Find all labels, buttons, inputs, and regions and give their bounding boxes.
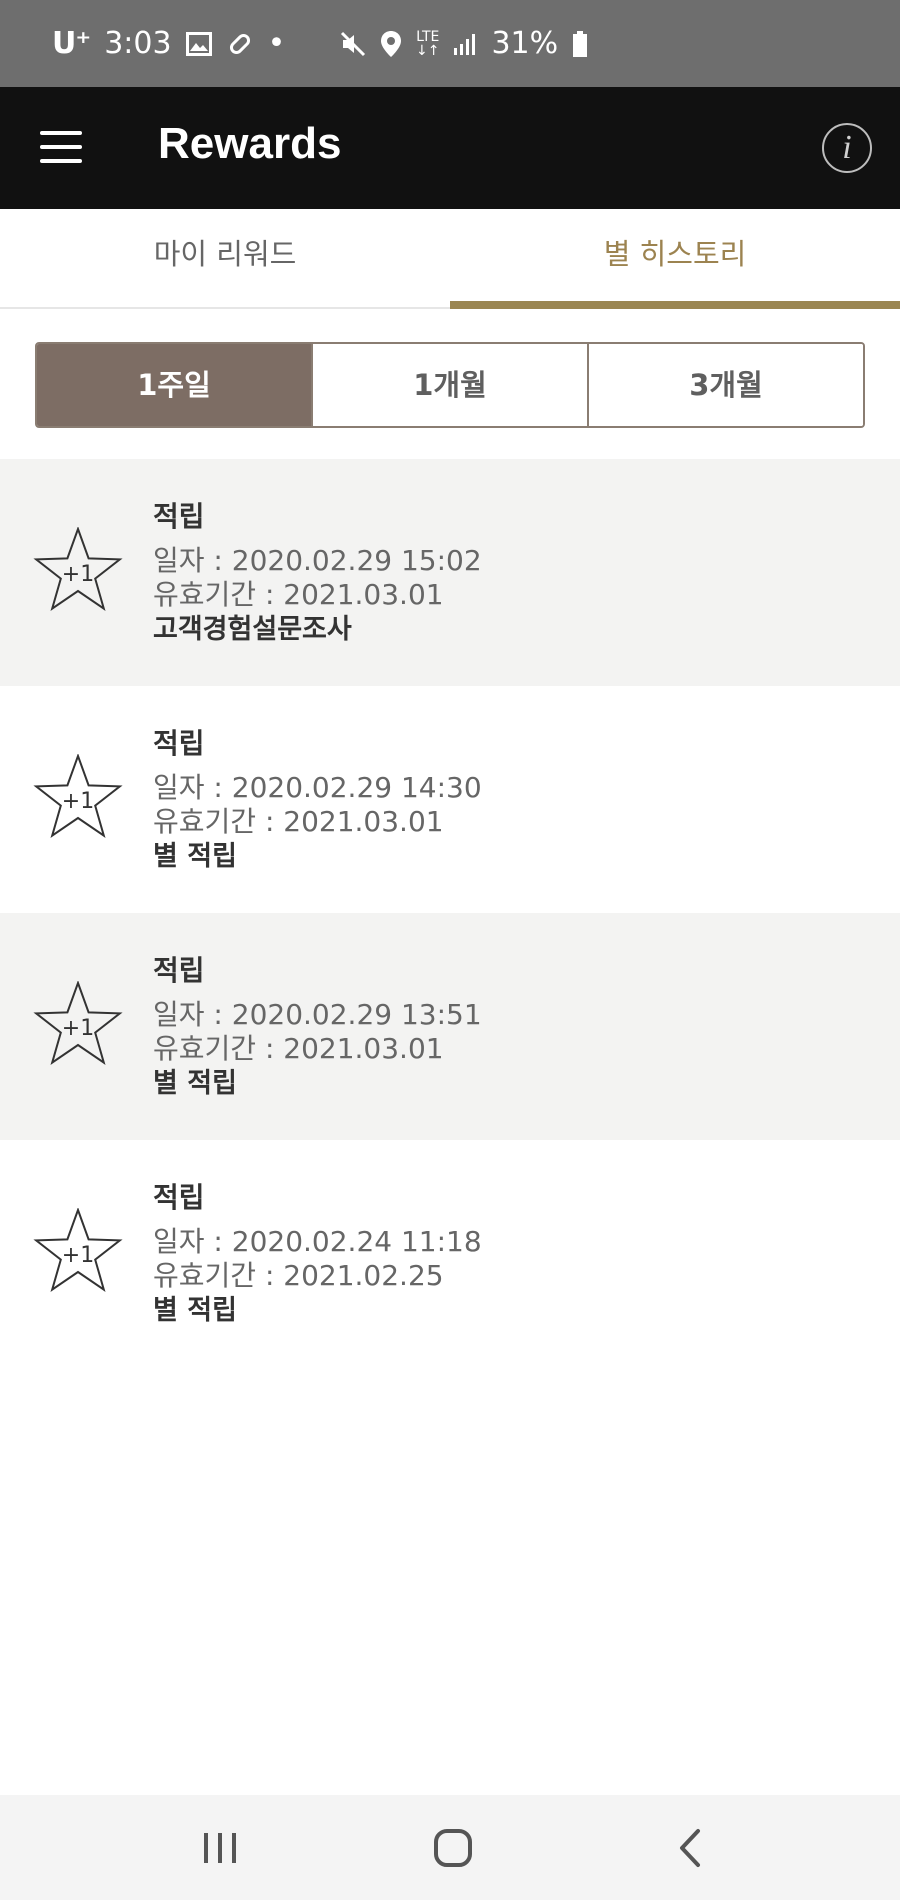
- star-badge-label: +1: [62, 562, 94, 587]
- battery-icon: [573, 30, 588, 57]
- period-3-months-button[interactable]: 3개월: [587, 344, 863, 426]
- list-item[interactable]: +1 적립 일자 : 2020.02.29 13:51 유효기간 : 2021.…: [0, 913, 900, 1140]
- list-item[interactable]: +1 적립 일자 : 2020.02.29 14:30 유효기간 : 2021.…: [0, 686, 900, 913]
- item-description: 별 적립: [153, 841, 237, 872]
- hamburger-menu-icon[interactable]: [40, 131, 82, 165]
- status-bar: U⁺ 3:03 • LTE ↓↑ 31%: [0, 0, 900, 87]
- info-icon[interactable]: i: [822, 123, 872, 173]
- period-1-month-button[interactable]: 1개월: [311, 344, 587, 426]
- notification-dot: •: [267, 26, 286, 61]
- lte-indicator: LTE ↓↑: [416, 28, 440, 59]
- item-description: 고객경험설문조사: [153, 614, 352, 645]
- star-outline-icon: +1: [33, 754, 123, 838]
- item-type: 적립: [153, 727, 205, 760]
- item-description: 별 적립: [153, 1295, 237, 1326]
- tab-selected-indicator: [450, 301, 900, 309]
- item-type: 적립: [153, 954, 205, 987]
- item-expiry: 유효기간 : 2021.02.25: [153, 1259, 444, 1292]
- item-date: 일자 : 2020.02.29 14:30: [153, 771, 482, 804]
- period-filter: 1주일 1개월 3개월: [35, 342, 865, 428]
- list-item[interactable]: +1 적립 일자 : 2020.02.29 15:02 유효기간 : 2021.…: [0, 459, 900, 686]
- item-date: 일자 : 2020.02.29 13:51: [153, 998, 482, 1031]
- gallery-icon: [185, 31, 212, 56]
- item-type: 적립: [153, 500, 205, 533]
- item-expiry: 유효기간 : 2021.03.01: [153, 578, 444, 611]
- list-item[interactable]: +1 적립 일자 : 2020.02.24 11:18 유효기간 : 2021.…: [0, 1140, 900, 1367]
- location-icon: [381, 30, 401, 57]
- battery-percent: 31%: [491, 26, 559, 61]
- tab-star-history[interactable]: 별 히스토리: [450, 209, 900, 309]
- item-description: 별 적립: [153, 1068, 237, 1099]
- star-history-list: +1 적립 일자 : 2020.02.29 15:02 유효기간 : 2021.…: [0, 459, 900, 1367]
- home-icon[interactable]: [423, 1823, 483, 1873]
- mute-icon: [340, 31, 366, 56]
- item-details: 적립 일자 : 2020.02.29 15:02 유효기간 : 2021.03.…: [153, 495, 482, 645]
- app-bar: Rewards i: [0, 87, 900, 209]
- star-badge-label: +1: [62, 1016, 94, 1041]
- item-details: 적립 일자 : 2020.02.24 11:18 유효기간 : 2021.02.…: [153, 1176, 482, 1326]
- period-1-week-button[interactable]: 1주일: [37, 344, 311, 426]
- star-outline-icon: +1: [33, 981, 123, 1065]
- item-details: 적립 일자 : 2020.02.29 13:51 유효기간 : 2021.03.…: [153, 949, 482, 1099]
- system-nav-bar: [0, 1795, 900, 1900]
- item-expiry: 유효기간 : 2021.03.01: [153, 805, 444, 838]
- item-date: 일자 : 2020.02.24 11:18: [153, 1225, 482, 1258]
- page-title: Rewards: [158, 119, 342, 168]
- rewards-tabs: 마이 리워드 별 히스토리: [0, 209, 900, 309]
- item-type: 적립: [153, 1181, 205, 1214]
- item-details: 적립 일자 : 2020.02.29 14:30 유효기간 : 2021.03.…: [153, 722, 482, 872]
- recent-apps-icon[interactable]: [190, 1823, 250, 1873]
- star-outline-icon: +1: [33, 1208, 123, 1292]
- item-date: 일자 : 2020.02.29 15:02: [153, 544, 482, 577]
- clock: 3:03: [104, 26, 172, 61]
- signal-icon: [454, 33, 476, 55]
- carrier-label: U⁺: [52, 26, 91, 61]
- tab-my-rewards[interactable]: 마이 리워드: [0, 209, 450, 309]
- star-outline-icon: +1: [33, 527, 123, 611]
- item-expiry: 유효기간 : 2021.03.01: [153, 1032, 444, 1065]
- star-badge-label: +1: [62, 1243, 94, 1268]
- pill-icon: [229, 33, 250, 54]
- back-icon[interactable]: [660, 1823, 720, 1873]
- star-badge-label: +1: [62, 789, 94, 814]
